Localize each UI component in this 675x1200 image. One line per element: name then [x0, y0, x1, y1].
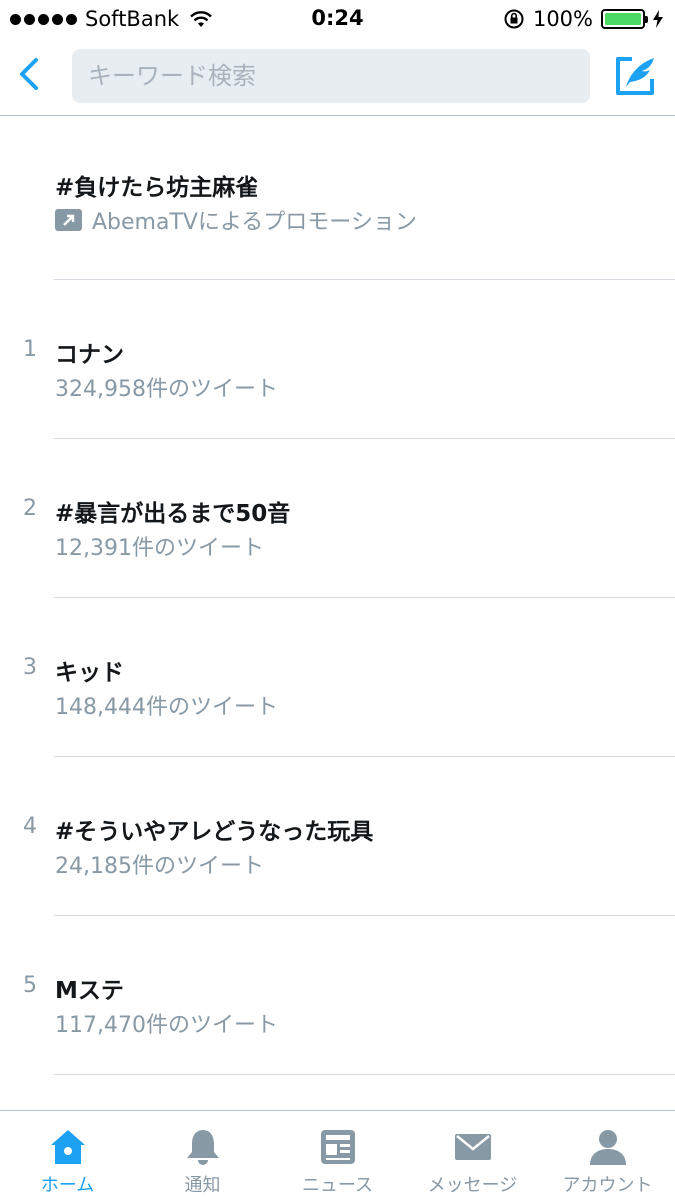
chevron-left-icon	[20, 58, 38, 90]
rotation-lock-icon	[504, 9, 524, 29]
person-icon	[589, 1130, 626, 1165]
trend-title: #そういやアレどうなった玩具	[55, 819, 374, 845]
trend-item-1[interactable]: 1 コナン 324,958件のツイート	[0, 280, 675, 439]
trend-title: キッド	[55, 660, 124, 686]
tab-label: メッセージ	[427, 1175, 518, 1196]
trend-rank: 1	[23, 337, 37, 362]
battery-icon	[601, 9, 648, 29]
tab-news[interactable]: ニュース	[270, 1111, 405, 1200]
news-icon	[320, 1130, 355, 1164]
trend-rank: 2	[23, 496, 37, 521]
back-button[interactable]	[10, 52, 50, 96]
trend-title: コナン	[55, 342, 124, 368]
trend-rank: 5	[23, 973, 37, 998]
trend-title: #負けたら坊主麻雀	[55, 175, 259, 201]
tweet-count: 24,185件のツイート	[55, 854, 264, 879]
promoted-by-label: AbemaTVによるプロモーション	[92, 210, 417, 235]
tab-label: アカウント	[562, 1175, 653, 1196]
tab-bar: ホーム 通知 ニュース メッセージ アカウント	[0, 1110, 675, 1200]
trend-item-3[interactable]: 3 キッド 148,444件のツイート	[0, 598, 675, 757]
tab-home[interactable]: ホーム	[0, 1111, 135, 1200]
compose-tweet-button[interactable]	[612, 53, 658, 99]
home-icon	[50, 1130, 85, 1164]
search-header	[0, 38, 675, 116]
trend-title: Mステ	[55, 978, 124, 1004]
promoted-arrow-icon	[55, 209, 82, 231]
promoted-trend[interactable]: #負けたら坊主麻雀 AbemaTVによるプロモーション	[0, 116, 675, 280]
tweet-count: 324,958件のツイート	[55, 377, 278, 402]
trend-item-4[interactable]: 4 #そういやアレどうなった玩具 24,185件のツイート	[0, 757, 675, 916]
tab-label: ホーム	[40, 1175, 95, 1196]
tab-messages[interactable]: メッセージ	[405, 1111, 540, 1200]
battery-percent: 100%	[532, 7, 593, 31]
trend-item-2[interactable]: 2 #暴言が出るまで50音 12,391件のツイート	[0, 439, 675, 598]
compose-tweet-icon	[616, 57, 654, 95]
tweet-count: 148,444件のツイート	[55, 695, 278, 720]
battery-level	[605, 13, 641, 25]
tab-notifications[interactable]: 通知	[135, 1111, 270, 1200]
divider	[54, 1074, 675, 1075]
trends-list: #負けたら坊主麻雀 AbemaTVによるプロモーション 1 コナン 324,95…	[0, 116, 675, 1075]
tab-label: 通知	[184, 1175, 221, 1196]
charging-bolt-icon	[653, 10, 663, 28]
promoted-by: AbemaTVによるプロモーション	[55, 204, 417, 236]
trend-rank: 3	[23, 655, 37, 680]
trend-item-5[interactable]: 5 Mステ 117,470件のツイート	[0, 916, 675, 1075]
page: SoftBank 0:24 100% キーワード検索 #負けたら坊主麻雀 Abe…	[0, 0, 675, 1200]
tweet-count: 12,391件のツイート	[55, 536, 264, 561]
tab-label: ニュース	[301, 1175, 374, 1196]
tab-account[interactable]: アカウント	[540, 1111, 675, 1200]
envelope-icon	[454, 1134, 491, 1160]
trend-rank: 4	[23, 814, 37, 839]
bell-icon	[186, 1130, 219, 1165]
status-bar: SoftBank 0:24 100%	[0, 0, 675, 38]
trend-title: #暴言が出るまで50音	[55, 501, 291, 527]
search-input[interactable]	[72, 49, 590, 103]
status-right: 100%	[503, 7, 663, 31]
tweet-count: 117,470件のツイート	[55, 1013, 278, 1038]
